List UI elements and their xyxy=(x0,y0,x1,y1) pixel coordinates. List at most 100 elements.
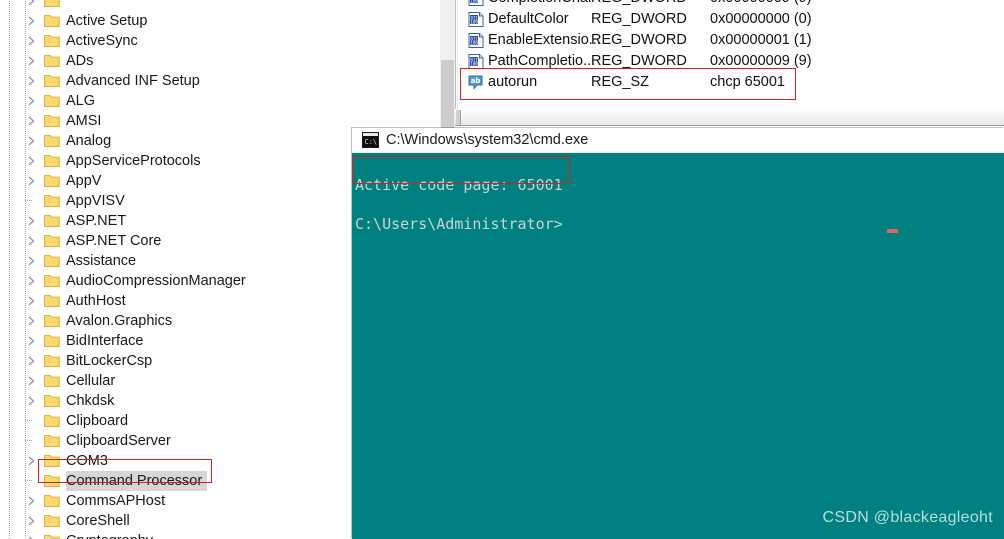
tree-guide-line xyxy=(9,91,10,111)
tree-guide-line xyxy=(25,471,26,491)
tree-item-label: COM3 xyxy=(66,453,108,469)
cmd-output-line: Active code page: 65001 xyxy=(355,176,563,194)
chevron-right-icon[interactable] xyxy=(27,371,40,391)
registry-values-list[interactable]: 011100CompletionCharREG_DWORD0x00000009 … xyxy=(458,0,1004,93)
chevron-right-icon[interactable] xyxy=(27,131,40,151)
tree-guide-line xyxy=(9,11,10,31)
cmd-window[interactable]: C:\ C:\Windows\system32\cmd.exe Active c… xyxy=(352,128,1004,539)
tree-guide-line xyxy=(25,111,26,131)
svg-text:100: 100 xyxy=(470,0,478,3)
tree-item-label: ALG xyxy=(66,93,96,109)
folder-icon xyxy=(44,414,60,428)
tree-guide-line xyxy=(9,131,10,151)
chevron-right-icon[interactable] xyxy=(27,311,40,331)
chevron-right-icon[interactable] xyxy=(27,111,40,131)
tree-guide-line xyxy=(9,251,10,271)
tree-guide-line xyxy=(25,151,26,171)
value-row[interactable]: 011 100 DefaultColor REG_DWORD 0x00000000 (0… xyxy=(458,9,1004,30)
chevron-right-icon[interactable] xyxy=(27,11,40,31)
tree-guide-line xyxy=(25,311,26,331)
tree-item-label: Assistance xyxy=(66,253,137,269)
chevron-right-icon[interactable] xyxy=(27,91,40,111)
value-row[interactable]: 011100 CompletionCharREG_DWORD 0x00000009 … xyxy=(458,0,1004,9)
tree-item-label: AppV xyxy=(66,173,102,189)
tree-item[interactable]: ALG xyxy=(0,91,440,111)
value-data: 0x00000001 (1) xyxy=(710,32,812,48)
tree-item-label: ADs xyxy=(66,53,94,69)
tree-guide-line xyxy=(9,291,10,311)
tree-guide-line xyxy=(9,351,10,371)
tree-guide-line xyxy=(9,71,10,91)
tree-vertical-scrollbar-thumb[interactable] xyxy=(441,60,454,129)
chevron-right-icon[interactable] xyxy=(27,211,40,231)
chevron-right-icon[interactable] xyxy=(27,351,40,371)
tree-guide-line xyxy=(25,251,26,271)
value-data: chcp 65001 xyxy=(710,74,785,90)
folder-icon xyxy=(44,14,60,28)
value-row[interactable]: 011 100 PathCompletio... REG_DWORD 0x0000000… xyxy=(458,51,1004,72)
cmd-titlebar[interactable]: C:\ C:\Windows\system32\cmd.exe xyxy=(352,128,1004,153)
chevron-right-icon[interactable] xyxy=(27,391,40,411)
tree-guide-line xyxy=(25,291,26,311)
folder-icon xyxy=(44,54,60,68)
chevron-right-icon[interactable] xyxy=(27,331,40,351)
tree-item-label xyxy=(66,0,71,11)
chevron-right-icon[interactable] xyxy=(27,31,40,51)
value-type: REG_SZ xyxy=(591,74,650,90)
folder-icon xyxy=(44,214,60,228)
tree-guide-line xyxy=(25,51,26,71)
tree-guide-line xyxy=(25,211,26,231)
tree-item-label: BidInterface xyxy=(66,333,144,349)
tree-guide-line xyxy=(9,391,10,411)
tree-item[interactable]: ActiveSync xyxy=(0,31,440,51)
tree-guide-line xyxy=(25,511,26,531)
dword-icon: 011100 xyxy=(468,0,484,6)
tree-guide-line xyxy=(9,311,10,331)
chevron-right-icon[interactable] xyxy=(27,71,40,91)
tree-guide-line xyxy=(25,271,26,291)
folder-icon xyxy=(44,354,60,368)
values-horizontal-scrollbar-track[interactable] xyxy=(455,109,1004,126)
cmd-console-output[interactable]: Active code page: 65001 C:\Users\Adminis… xyxy=(352,153,1004,539)
values-horizontal-scrollbar-thumb[interactable] xyxy=(456,110,461,125)
chevron-right-icon[interactable] xyxy=(27,0,40,11)
svg-text:100: 100 xyxy=(470,40,478,45)
folder-icon xyxy=(44,114,60,128)
chevron-right-icon[interactable] xyxy=(27,151,40,171)
tree-item-label: Analog xyxy=(66,133,112,149)
chevron-right-icon[interactable] xyxy=(27,171,40,191)
value-data: 0x00000009 (9) xyxy=(710,0,812,9)
tree-item[interactable]: Active Setup xyxy=(0,11,440,31)
chevron-right-icon[interactable] xyxy=(27,531,40,539)
chevron-right-icon[interactable] xyxy=(27,51,40,71)
chevron-right-icon[interactable] xyxy=(27,291,40,311)
tree-guide-line xyxy=(9,451,10,471)
folder-icon xyxy=(44,134,60,148)
folder-icon xyxy=(44,294,60,308)
chevron-right-icon[interactable] xyxy=(27,451,40,471)
value-row[interactable]: 011 100 EnableExtensio... REG_DWORD 0x000000… xyxy=(458,30,1004,51)
dword-icon: 011100 xyxy=(468,33,484,48)
tree-item-label: AuthHost xyxy=(66,293,126,309)
folder-icon xyxy=(44,254,60,268)
chevron-right-icon[interactable] xyxy=(27,251,40,271)
value-row[interactable]: ab autorun REG_SZ chcp 65001 xyxy=(458,72,1004,93)
svg-text:100: 100 xyxy=(470,19,478,24)
tree-guide-line xyxy=(9,31,10,51)
tree-guide-line xyxy=(9,271,10,291)
tree-item-label: Command Processor xyxy=(66,471,208,491)
tree-guide-line xyxy=(9,51,10,71)
dword-icon: 011100 xyxy=(468,12,484,27)
tree-item[interactable]: Advanced INF Setup xyxy=(0,71,440,91)
svg-text:C:\: C:\ xyxy=(365,138,378,146)
chevron-right-icon[interactable] xyxy=(27,491,40,511)
chevron-right-icon[interactable] xyxy=(27,511,40,531)
tree-item[interactable] xyxy=(0,0,440,11)
tree-item[interactable]: ADs xyxy=(0,51,440,71)
folder-icon xyxy=(44,534,60,539)
tree-guide-line xyxy=(25,191,26,211)
dword-icon: 011100 xyxy=(468,54,484,69)
chevron-right-icon[interactable] xyxy=(27,271,40,291)
chevron-right-icon[interactable] xyxy=(27,231,40,251)
tree-guide-line xyxy=(9,171,10,191)
